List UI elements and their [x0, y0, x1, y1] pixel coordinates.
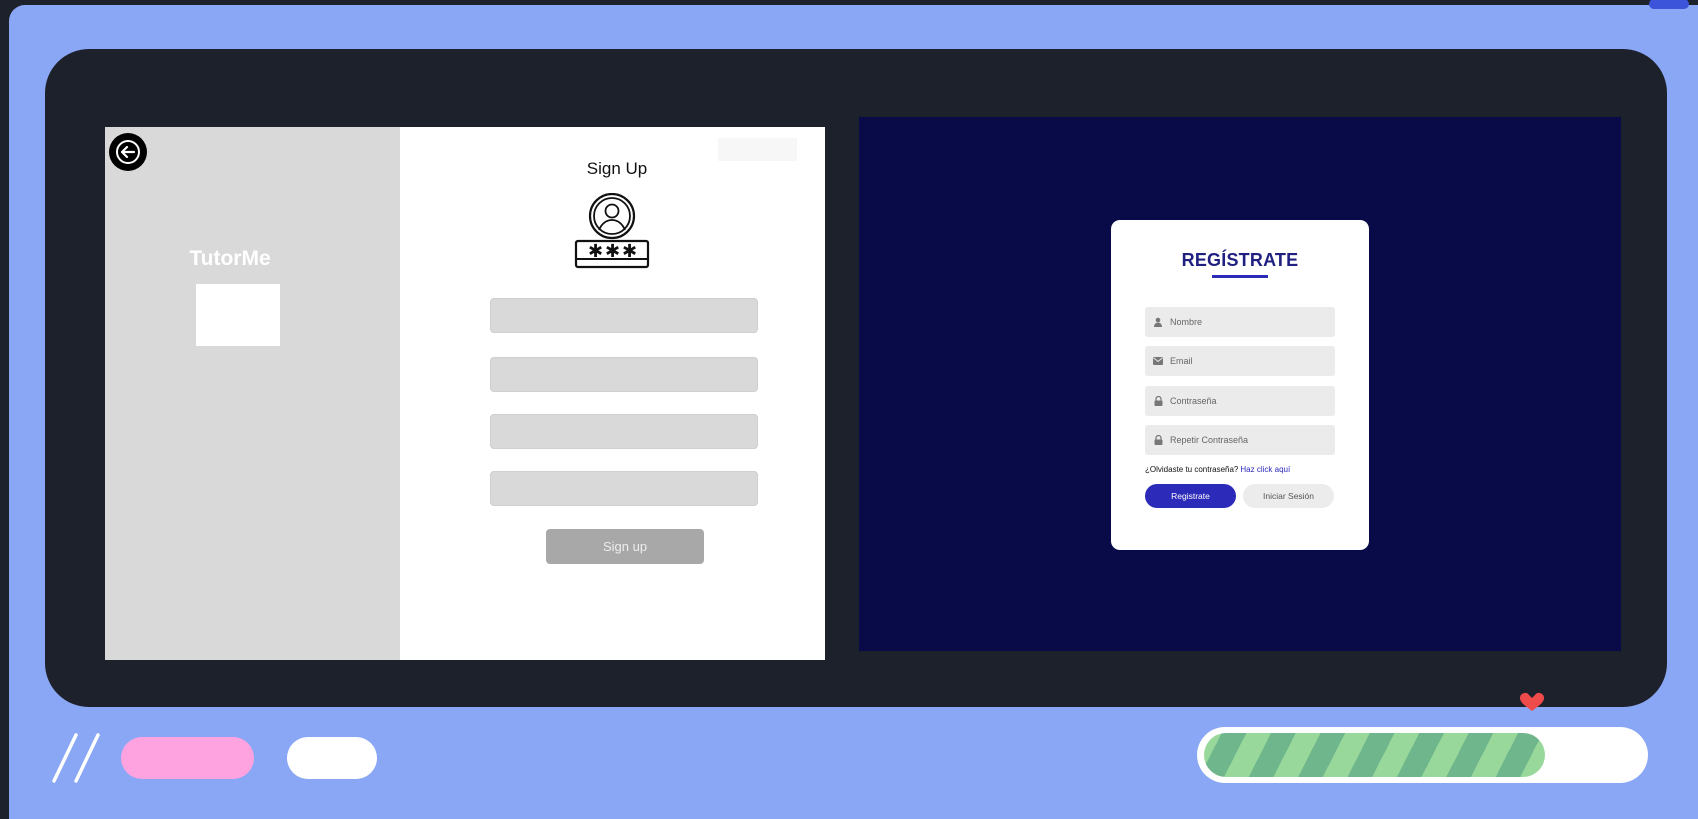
register-title: REGÍSTRATE	[1181, 250, 1299, 270]
password-placeholder: Contraseña	[1170, 396, 1217, 406]
envelope-icon	[1153, 356, 1163, 366]
signup-button[interactable]: Sign up	[546, 529, 704, 564]
repeat-password-placeholder: Repetir Contraseña	[1170, 435, 1249, 445]
wireframe-sidebar: TutorMe	[105, 127, 400, 660]
signup-input-2[interactable]	[490, 357, 758, 392]
register-card: REGÍSTRATE Nombre Email Contraseña Repet…	[1111, 220, 1369, 550]
signup-input-4[interactable]	[490, 471, 758, 506]
progress-bar[interactable]	[1197, 727, 1648, 783]
logo-placeholder	[196, 284, 280, 346]
login-button[interactable]: Iniciar Sesión	[1243, 484, 1334, 508]
forgot-password-row: ¿Olvidaste tu contraseña? Haz click aquí	[1145, 465, 1290, 474]
pink-pill-button[interactable]	[121, 737, 254, 779]
arrow-left-icon	[116, 140, 140, 164]
design-panel: REGÍSTRATE Nombre Email Contraseña Repet…	[859, 117, 1621, 651]
heart-icon[interactable]	[1519, 692, 1545, 712]
wireframe-panel: TutorMe Sign Up ✱ ✱ ✱ Sign up	[105, 127, 825, 660]
progress-fill	[1204, 733, 1545, 777]
brand-name: TutorMe	[189, 247, 271, 270]
lock-icon	[1153, 435, 1163, 445]
lock-icon	[1153, 396, 1163, 406]
email-placeholder: Email	[1170, 356, 1193, 366]
repeat-password-field[interactable]: Repetir Contraseña	[1145, 425, 1335, 455]
title-underline	[1212, 275, 1268, 278]
signup-input-3[interactable]	[490, 414, 758, 449]
forgot-password-link[interactable]: Haz click aquí	[1240, 465, 1290, 474]
user-icon	[1153, 317, 1163, 327]
signup-input-1[interactable]	[490, 298, 758, 333]
corner-indicator	[1649, 0, 1689, 9]
svg-text:✱: ✱	[622, 241, 637, 262]
svg-text:✱: ✱	[588, 241, 603, 262]
svg-text:✱: ✱	[605, 241, 620, 262]
double-slash-icon	[52, 733, 100, 783]
white-pill-button[interactable]	[287, 737, 377, 779]
name-field[interactable]: Nombre	[1145, 307, 1335, 337]
name-placeholder: Nombre	[1170, 317, 1203, 327]
email-field[interactable]: Email	[1145, 346, 1335, 376]
back-button[interactable]	[109, 133, 147, 171]
password-field[interactable]: Contraseña	[1145, 386, 1335, 416]
user-password-icon: ✱ ✱ ✱	[574, 193, 650, 269]
page-title: Sign Up	[586, 159, 648, 178]
forgot-password-text: ¿Olvidaste tu contraseña?	[1145, 465, 1239, 474]
top-placeholder	[718, 138, 797, 161]
register-button[interactable]: Registrate	[1145, 484, 1236, 508]
